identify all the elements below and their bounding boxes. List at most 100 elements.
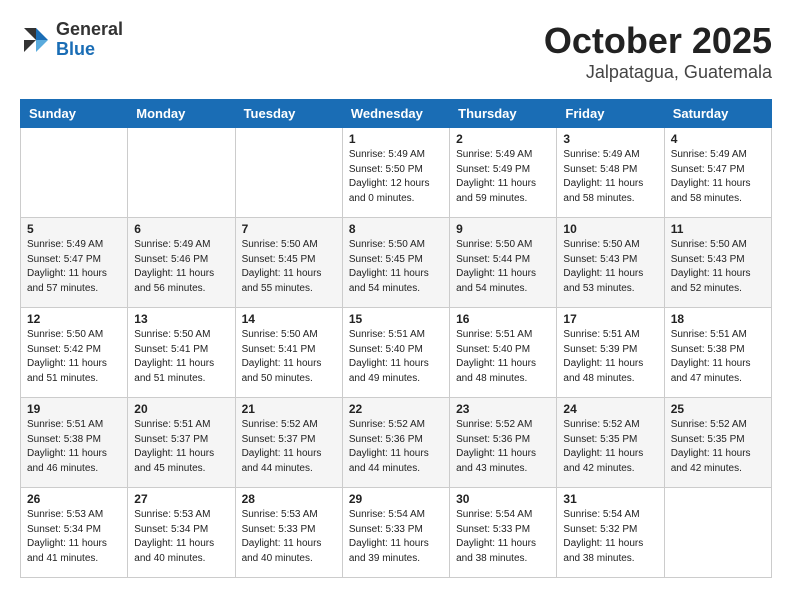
day-number: 8 bbox=[349, 222, 443, 236]
day-number: 19 bbox=[27, 402, 121, 416]
calendar-title: October 2025 bbox=[544, 20, 772, 62]
calendar-subtitle: Jalpatagua, Guatemala bbox=[544, 62, 772, 83]
day-info: Sunrise: 5:49 AM Sunset: 5:47 PM Dayligh… bbox=[27, 238, 121, 296]
calendar-header: SundayMondayTuesdayWednesdayThursdayFrid… bbox=[21, 100, 772, 128]
calendar-body: 1 Sunrise: 5:49 AM Sunset: 5:50 PM Daylig… bbox=[21, 128, 772, 578]
week-row-3: 12 Sunrise: 5:50 AM Sunset: 5:42 PM Dayli… bbox=[21, 308, 772, 398]
calendar-cell: 4 Sunrise: 5:49 AM Sunset: 5:47 PM Daylig… bbox=[664, 128, 771, 218]
calendar-cell: 17Sunrise: 5:51 AM Sunset: 5:39 PM Dayli… bbox=[557, 308, 664, 398]
day-number: 7 bbox=[242, 222, 336, 236]
calendar-cell: 24Sunrise: 5:52 AM Sunset: 5:35 PM Dayli… bbox=[557, 398, 664, 488]
day-number: 2 bbox=[456, 132, 550, 146]
day-info: Sunrise: 5:51 AM Sunset: 5:40 PM Dayligh… bbox=[349, 328, 443, 386]
weekday-friday: Friday bbox=[557, 100, 664, 128]
day-number: 5 bbox=[27, 222, 121, 236]
day-number: 1 bbox=[349, 132, 443, 146]
calendar-cell: 25 Sunrise: 5:52 AM Sunset: 5:35 PM Dayli… bbox=[664, 398, 771, 488]
day-info: Sunrise: 5:53 AM Sunset: 5:33 PM Dayligh… bbox=[242, 508, 336, 566]
weekday-row: SundayMondayTuesdayWednesdayThursdayFrid… bbox=[21, 100, 772, 128]
day-number: 21 bbox=[242, 402, 336, 416]
calendar-cell: 28 Sunrise: 5:53 AM Sunset: 5:33 PM Dayli… bbox=[235, 488, 342, 578]
day-info: Sunrise: 5:52 AM Sunset: 5:36 PM Dayligh… bbox=[456, 418, 550, 476]
day-number: 16 bbox=[456, 312, 550, 326]
logo-icon bbox=[20, 24, 52, 56]
day-info: Sunrise: 5:50 AM Sunset: 5:45 PM Dayligh… bbox=[242, 238, 336, 296]
day-number: 28 bbox=[242, 492, 336, 506]
page-header: General Blue October 2025 Jalpatagua, Gu… bbox=[20, 20, 772, 83]
day-number: 12 bbox=[27, 312, 121, 326]
day-info: Sunrise: 5:52 AM Sunset: 5:37 PM Dayligh… bbox=[242, 418, 336, 476]
day-info: Sunrise: 5:52 AM Sunset: 5:35 PM Dayligh… bbox=[671, 418, 765, 476]
calendar-cell: 11Sunrise: 5:50 AM Sunset: 5:43 PM Dayli… bbox=[664, 218, 771, 308]
day-info: Sunrise: 5:49 AM Sunset: 5:50 PM Dayligh… bbox=[349, 148, 443, 206]
calendar-cell: 20Sunrise: 5:51 AM Sunset: 5:37 PM Dayli… bbox=[128, 398, 235, 488]
day-info: Sunrise: 5:54 AM Sunset: 5:32 PM Dayligh… bbox=[563, 508, 657, 566]
day-number: 10 bbox=[563, 222, 657, 236]
calendar-cell: 6 Sunrise: 5:49 AM Sunset: 5:46 PM Daylig… bbox=[128, 218, 235, 308]
calendar-cell bbox=[128, 128, 235, 218]
calendar-cell: 21 Sunrise: 5:52 AM Sunset: 5:37 PM Dayli… bbox=[235, 398, 342, 488]
day-info: Sunrise: 5:51 AM Sunset: 5:40 PM Dayligh… bbox=[456, 328, 550, 386]
day-number: 4 bbox=[671, 132, 765, 146]
calendar-cell: 5 Sunrise: 5:49 AM Sunset: 5:47 PM Daylig… bbox=[21, 218, 128, 308]
day-info: Sunrise: 5:51 AM Sunset: 5:38 PM Dayligh… bbox=[671, 328, 765, 386]
title-block: October 2025 Jalpatagua, Guatemala bbox=[544, 20, 772, 83]
calendar-cell: 13 Sunrise: 5:50 AM Sunset: 5:41 PM Dayli… bbox=[128, 308, 235, 398]
calendar-cell: 18 Sunrise: 5:51 AM Sunset: 5:38 PM Dayli… bbox=[664, 308, 771, 398]
calendar-cell: 30 Sunrise: 5:54 AM Sunset: 5:33 PM Dayli… bbox=[450, 488, 557, 578]
day-number: 17 bbox=[563, 312, 657, 326]
day-info: Sunrise: 5:54 AM Sunset: 5:33 PM Dayligh… bbox=[456, 508, 550, 566]
day-number: 11 bbox=[671, 222, 765, 236]
calendar-cell: 15Sunrise: 5:51 AM Sunset: 5:40 PM Dayli… bbox=[342, 308, 449, 398]
calendar-cell: 10Sunrise: 5:50 AM Sunset: 5:43 PM Dayli… bbox=[557, 218, 664, 308]
day-info: Sunrise: 5:50 AM Sunset: 5:44 PM Dayligh… bbox=[456, 238, 550, 296]
calendar-cell: 29Sunrise: 5:54 AM Sunset: 5:33 PM Dayli… bbox=[342, 488, 449, 578]
day-number: 13 bbox=[134, 312, 228, 326]
day-info: Sunrise: 5:50 AM Sunset: 5:45 PM Dayligh… bbox=[349, 238, 443, 296]
calendar-cell: 3Sunrise: 5:49 AM Sunset: 5:48 PM Daylig… bbox=[557, 128, 664, 218]
weekday-thursday: Thursday bbox=[450, 100, 557, 128]
calendar-cell: 2Sunrise: 5:49 AM Sunset: 5:49 PM Daylig… bbox=[450, 128, 557, 218]
day-number: 30 bbox=[456, 492, 550, 506]
calendar-cell: 26Sunrise: 5:53 AM Sunset: 5:34 PM Dayli… bbox=[21, 488, 128, 578]
calendar-cell bbox=[235, 128, 342, 218]
day-number: 22 bbox=[349, 402, 443, 416]
week-row-2: 5 Sunrise: 5:49 AM Sunset: 5:47 PM Daylig… bbox=[21, 218, 772, 308]
day-info: Sunrise: 5:52 AM Sunset: 5:35 PM Dayligh… bbox=[563, 418, 657, 476]
calendar-cell: 27Sunrise: 5:53 AM Sunset: 5:34 PM Dayli… bbox=[128, 488, 235, 578]
day-number: 20 bbox=[134, 402, 228, 416]
day-info: Sunrise: 5:50 AM Sunset: 5:41 PM Dayligh… bbox=[134, 328, 228, 386]
calendar-cell: 16 Sunrise: 5:51 AM Sunset: 5:40 PM Dayli… bbox=[450, 308, 557, 398]
logo-general: General bbox=[56, 19, 123, 39]
day-number: 18 bbox=[671, 312, 765, 326]
calendar-cell: 1 Sunrise: 5:49 AM Sunset: 5:50 PM Daylig… bbox=[342, 128, 449, 218]
week-row-1: 1 Sunrise: 5:49 AM Sunset: 5:50 PM Daylig… bbox=[21, 128, 772, 218]
calendar-cell bbox=[664, 488, 771, 578]
weekday-monday: Monday bbox=[128, 100, 235, 128]
calendar-cell: 9 Sunrise: 5:50 AM Sunset: 5:44 PM Daylig… bbox=[450, 218, 557, 308]
day-number: 3 bbox=[563, 132, 657, 146]
logo: General Blue bbox=[20, 20, 123, 60]
day-number: 6 bbox=[134, 222, 228, 236]
weekday-wednesday: Wednesday bbox=[342, 100, 449, 128]
calendar-cell: 8 Sunrise: 5:50 AM Sunset: 5:45 PM Daylig… bbox=[342, 218, 449, 308]
weekday-tuesday: Tuesday bbox=[235, 100, 342, 128]
day-info: Sunrise: 5:49 AM Sunset: 5:47 PM Dayligh… bbox=[671, 148, 765, 206]
calendar-cell: 31 Sunrise: 5:54 AM Sunset: 5:32 PM Dayli… bbox=[557, 488, 664, 578]
day-number: 26 bbox=[27, 492, 121, 506]
day-info: Sunrise: 5:51 AM Sunset: 5:38 PM Dayligh… bbox=[27, 418, 121, 476]
calendar-table: SundayMondayTuesdayWednesdayThursdayFrid… bbox=[20, 99, 772, 578]
day-info: Sunrise: 5:50 AM Sunset: 5:42 PM Dayligh… bbox=[27, 328, 121, 386]
day-info: Sunrise: 5:49 AM Sunset: 5:46 PM Dayligh… bbox=[134, 238, 228, 296]
day-info: Sunrise: 5:53 AM Sunset: 5:34 PM Dayligh… bbox=[134, 508, 228, 566]
day-info: Sunrise: 5:50 AM Sunset: 5:41 PM Dayligh… bbox=[242, 328, 336, 386]
calendar-cell: 23 Sunrise: 5:52 AM Sunset: 5:36 PM Dayli… bbox=[450, 398, 557, 488]
week-row-5: 26 Sunrise: 5:53 AM Sunset: 5:34 PM Dayli… bbox=[21, 488, 772, 578]
calendar-cell bbox=[21, 128, 128, 218]
day-number: 31 bbox=[563, 492, 657, 506]
day-number: 23 bbox=[456, 402, 550, 416]
logo-text: General Blue bbox=[56, 20, 123, 60]
day-number: 29 bbox=[349, 492, 443, 506]
day-number: 9 bbox=[456, 222, 550, 236]
day-number: 25 bbox=[671, 402, 765, 416]
